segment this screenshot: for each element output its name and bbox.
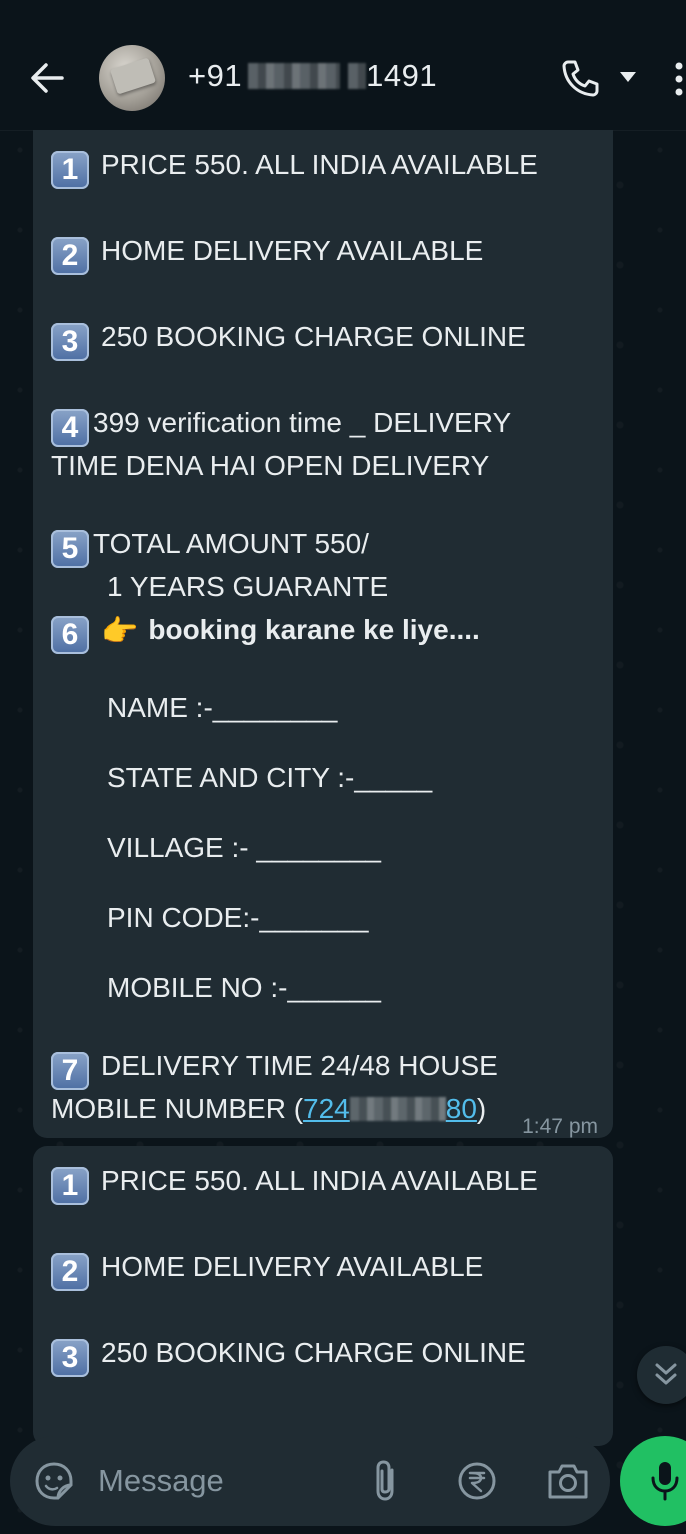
line-text: STATE AND CITY :-_____ [107, 762, 433, 793]
message-line: 1 PRICE 550. ALL INDIA AVAILABLE [51, 143, 538, 189]
line-text: HOME DELIVERY AVAILABLE [101, 1251, 484, 1282]
caret-down-icon[interactable] [618, 70, 638, 84]
pointing-hand-icon: 👉 [101, 615, 139, 648]
line-text: NAME :-________ [107, 692, 338, 723]
line-text: MOBILE NO :-______ [107, 972, 381, 1003]
message-bubble[interactable]: 1 PRICE 550. ALL INDIA AVAILABLE 2 HOME DE… [33, 130, 613, 1138]
line-text: HOME DELIVERY AVAILABLE [101, 235, 484, 266]
message-line: 1 PRICE 550. ALL INDIA AVAILABLE [51, 1159, 538, 1205]
number-badge-7: 7 [51, 1052, 89, 1090]
more-vert-icon[interactable] [672, 60, 686, 100]
double-chevron-down-icon [655, 1363, 677, 1385]
message-line: 5 TOTAL AMOUNT 550/ [51, 522, 369, 568]
message-line: 2 HOME DELIVERY AVAILABLE [51, 229, 483, 275]
microphone-icon [651, 1462, 679, 1501]
phone-icon[interactable] [560, 58, 600, 98]
message-input[interactable] [98, 1459, 338, 1503]
camera-icon[interactable] [546, 1460, 590, 1502]
number-badge-6: 6 [51, 616, 89, 654]
number-badge-2: 2 [51, 1253, 89, 1291]
line-text: PRICE 550. ALL INDIA AVAILABLE [101, 149, 538, 180]
line-text: PRICE 550. ALL INDIA AVAILABLE [101, 1165, 538, 1196]
avatar[interactable] [99, 45, 165, 111]
contact-prefix: +91 [188, 58, 243, 93]
message-composer [10, 1436, 610, 1526]
line-text: 250 BOOKING CHARGE ONLINE [101, 1337, 526, 1368]
line-text: ) [476, 1093, 487, 1124]
number-badge-5: 5 [51, 530, 89, 568]
message-line: 2 HOME DELIVERY AVAILABLE [51, 1245, 483, 1291]
phone-number-link[interactable]: 724 80 [303, 1093, 477, 1124]
paperclip-icon[interactable] [368, 1458, 402, 1504]
line-text: TOTAL AMOUNT 550/ [93, 528, 369, 559]
number-badge-1: 1 [51, 151, 89, 189]
sticker-emoji-icon[interactable] [34, 1461, 74, 1501]
number-badge-1: 1 [51, 1167, 89, 1205]
message-timestamp: 1:47 pm [522, 1115, 598, 1138]
redacted-digits [248, 63, 341, 89]
rupee-payment-icon[interactable] [457, 1461, 497, 1501]
number-badge-3: 3 [51, 1339, 89, 1377]
chat-header: +91 1491 [0, 0, 686, 131]
contact-name[interactable]: +91 1491 [188, 58, 437, 94]
number-badge-2: 2 [51, 237, 89, 275]
form-field-line: NAME :-________ [107, 686, 337, 729]
message-line: TIME DENA HAI OPEN DELIVERY [51, 444, 489, 487]
back-arrow-icon[interactable] [28, 58, 64, 98]
form-field-line: VILLAGE :- ________ [107, 826, 381, 869]
message-line: 3 250 BOOKING CHARGE ONLINE [51, 315, 526, 361]
message-line: 3 250 BOOKING CHARGE ONLINE [51, 1331, 526, 1377]
link-text-start: 724 [303, 1093, 350, 1124]
line-text: MOBILE NUMBER ( [51, 1093, 304, 1124]
scroll-to-bottom-button[interactable] [637, 1346, 686, 1404]
message-line: 6 👉 booking karane ke liye.... [51, 608, 480, 654]
message-line: MOBILE NUMBER (724 80) [51, 1087, 486, 1130]
line-text: PIN CODE:-_______ [107, 902, 369, 933]
line-text: DELIVERY TIME 24/48 HOUSE [101, 1050, 498, 1081]
message-line: 1 YEARS GUARANTE [107, 565, 388, 608]
line-text: booking karane ke liye.... [148, 614, 480, 645]
redacted-digits [348, 63, 367, 89]
line-text: 250 BOOKING CHARGE ONLINE [101, 321, 526, 352]
message-line: 4 399 verification time _ DELIVERY [51, 401, 511, 447]
message-bubble[interactable]: 1 PRICE 550. ALL INDIA AVAILABLE 2 HOME DE… [33, 1146, 613, 1446]
line-text: TIME DENA HAI OPEN DELIVERY [51, 450, 490, 481]
message-line: 7 DELIVERY TIME 24/48 HOUSE [51, 1044, 498, 1090]
line-text: 399 verification time _ DELIVERY [93, 407, 512, 438]
link-text-end: 80 [445, 1093, 477, 1124]
form-field-line: STATE AND CITY :-_____ [107, 756, 432, 799]
form-field-line: PIN CODE:-_______ [107, 896, 368, 939]
form-field-line: MOBILE NO :-______ [107, 966, 381, 1009]
number-badge-4: 4 [51, 409, 89, 447]
contact-suffix: 1491 [366, 58, 438, 93]
line-text: VILLAGE :- ________ [107, 832, 381, 863]
number-badge-3: 3 [51, 323, 89, 361]
redacted-digits [349, 1097, 446, 1121]
line-text: 1 YEARS GUARANTE [107, 571, 389, 602]
